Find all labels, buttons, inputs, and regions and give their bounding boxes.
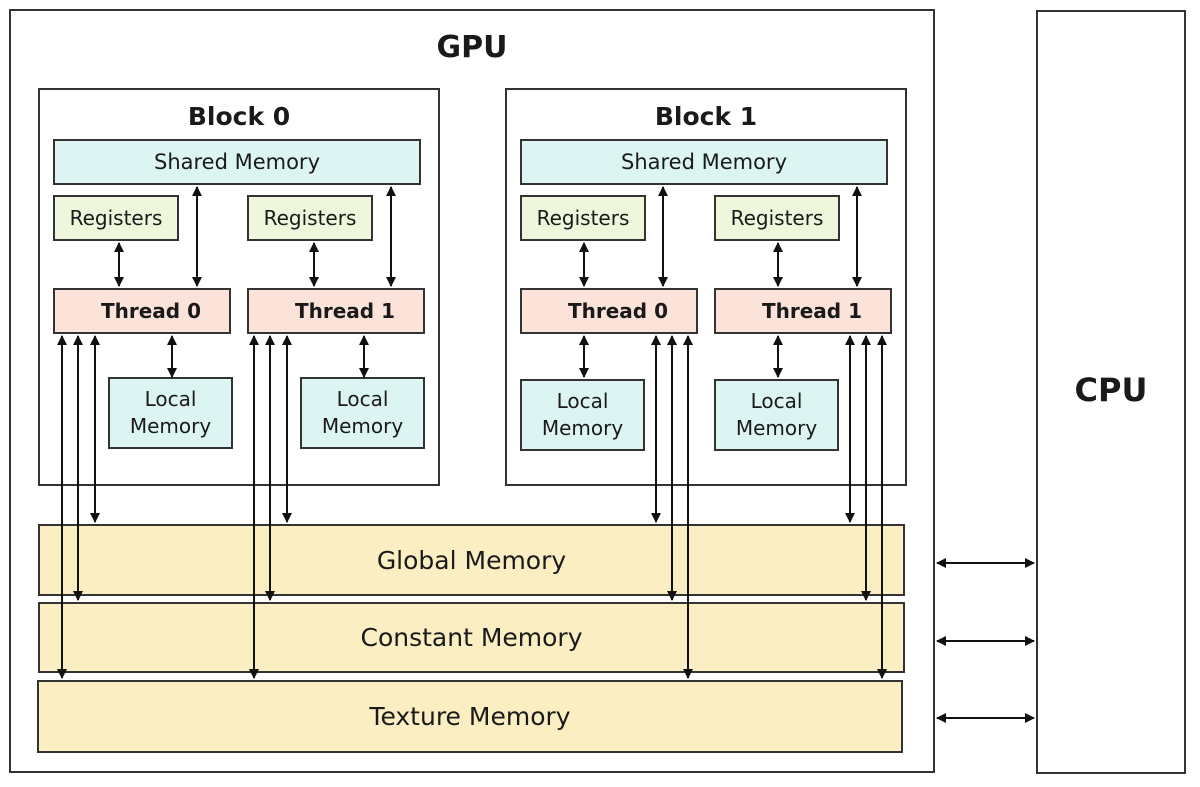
local-memory-line1: Local (144, 387, 197, 411)
local-memory-line2: Memory (129, 414, 212, 438)
local-memory-line2: Memory (541, 416, 624, 440)
block-0-thread-1-local-memory: Local Memory (300, 377, 425, 449)
local-memory-line1: Local (336, 387, 389, 411)
block-1-thread-0-registers: Registers (520, 195, 646, 241)
block-1-thread-0: Thread 0 (520, 288, 698, 334)
block-1-thread-1: Thread 1 (714, 288, 892, 334)
local-memory-line2: Memory (321, 414, 404, 438)
global-memory: Global Memory (38, 524, 905, 596)
block-1-thread-1-local-memory: Local Memory (714, 379, 839, 451)
block-0-thread-0: Thread 0 (53, 288, 231, 334)
cpu-label: CPU (1074, 371, 1148, 409)
block-0-thread-0-registers: Registers (53, 195, 179, 241)
block-1-thread-1-registers: Registers (714, 195, 840, 241)
block-1-thread-0-local-memory: Local Memory (520, 379, 645, 451)
block-1-title: Block 1 (654, 101, 758, 131)
block-0-shared-memory: Shared Memory (53, 139, 421, 185)
texture-memory: Texture Memory (37, 680, 903, 753)
local-memory-line1: Local (750, 389, 803, 413)
local-memory-line2: Memory (735, 416, 818, 440)
block-0-thread-0-local-memory: Local Memory (108, 377, 233, 449)
constant-memory: Constant Memory (38, 602, 905, 673)
local-memory-line1: Local (556, 389, 609, 413)
block-0-thread-1-registers: Registers (247, 195, 373, 241)
gpu-label: GPU (436, 29, 508, 65)
block-0-title: Block 0 (187, 101, 291, 131)
block-0-thread-1: Thread 1 (247, 288, 425, 334)
block-1-shared-memory: Shared Memory (520, 139, 888, 185)
